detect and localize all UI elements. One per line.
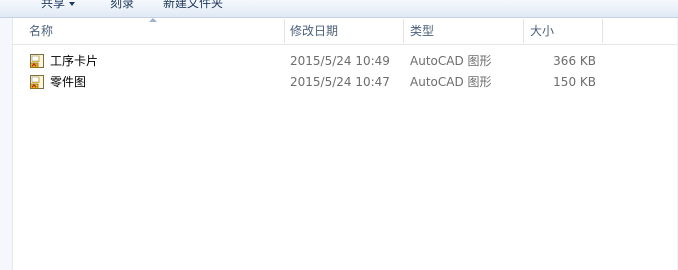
column-date-label: 修改日期 [290, 24, 339, 38]
file-size: 150 KB [553, 75, 596, 89]
column-header: 名称 修改日期 类型 大小 [13, 18, 678, 45]
file-row[interactable]: 工序卡片 2015/5/24 10:49 AutoCAD 图形 366 KB [13, 51, 613, 71]
file-row[interactable]: 零件图 2015/5/24 10:47 AutoCAD 图形 150 KB [13, 72, 613, 92]
column-name-header[interactable]: 名称 [29, 18, 283, 44]
share-label: 共享 [41, 0, 66, 10]
column-divider[interactable] [403, 19, 404, 43]
file-name[interactable]: 零件图 [50, 72, 86, 92]
chevron-down-icon [69, 1, 76, 6]
burn-button[interactable]: 刻录 [110, 0, 134, 12]
column-divider[interactable] [602, 19, 603, 43]
file-type: AutoCAD 图形 [410, 54, 492, 68]
column-divider[interactable] [523, 19, 524, 43]
column-size-header[interactable]: 大小 [530, 18, 600, 44]
column-divider[interactable] [284, 19, 285, 43]
autocad-drawing-icon [30, 75, 44, 89]
share-menu-button[interactable]: 共享 [41, 0, 76, 12]
command-bar: 共享 刻录 新建文件夹 [0, 0, 678, 18]
burn-label: 刻录 [110, 0, 135, 10]
file-name[interactable]: 工序卡片 [50, 51, 98, 71]
file-size: 366 KB [553, 54, 596, 68]
navigation-pane[interactable] [0, 18, 13, 270]
file-modified-date: 2015/5/24 10:47 [290, 75, 390, 89]
new-folder-button[interactable]: 新建文件夹 [163, 0, 223, 12]
column-size-label: 大小 [530, 24, 555, 38]
new-folder-label: 新建文件夹 [163, 0, 224, 10]
column-type-header[interactable]: 类型 [410, 18, 522, 44]
column-date-header[interactable]: 修改日期 [290, 18, 404, 44]
file-type: AutoCAD 图形 [410, 75, 492, 89]
file-modified-date: 2015/5/24 10:49 [290, 54, 390, 68]
autocad-drawing-icon [30, 54, 44, 68]
column-type-label: 类型 [410, 24, 435, 38]
column-name-label: 名称 [29, 24, 54, 38]
